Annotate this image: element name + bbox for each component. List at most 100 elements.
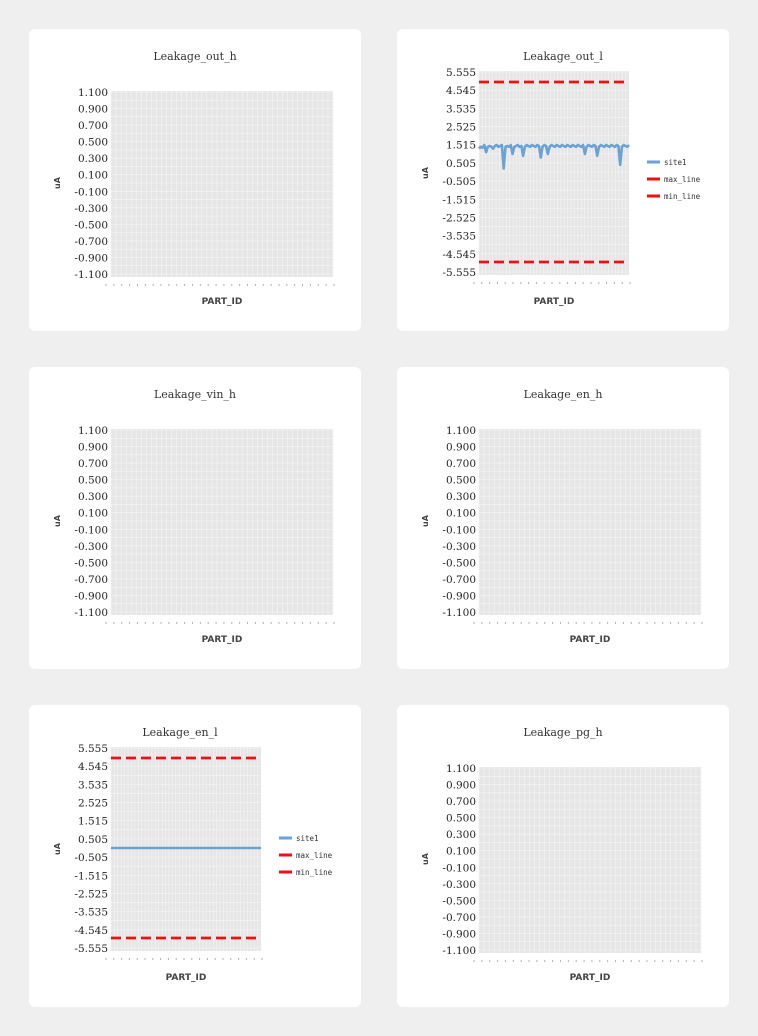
- x-tick-marks: [473, 282, 631, 284]
- x-tick-dot: [481, 282, 483, 284]
- x-tick-dot: [685, 622, 687, 624]
- legend-label-min-line: min_line: [296, 868, 333, 877]
- y-tick-label: -3.535: [74, 907, 108, 919]
- x-tick-marks: [105, 958, 263, 960]
- x-tick-dot: [215, 622, 217, 624]
- y-tick-label: 0.505: [446, 158, 476, 170]
- x-tick-dot: [214, 958, 216, 960]
- x-tick-dot: [294, 622, 296, 624]
- y-tick-label: -0.300: [74, 541, 108, 553]
- chart-title: Leakage_out_l: [523, 50, 603, 63]
- x-tick-dot: [175, 958, 177, 960]
- plot-area: [110, 91, 334, 277]
- x-tick-dot: [207, 622, 209, 624]
- x-tick-dot: [191, 958, 193, 960]
- x-tick-dot: [638, 622, 640, 624]
- chart-svg: Leakage_en_l 5.555 4.545 3.535 2.525 1.515 0.…: [53, 726, 333, 983]
- x-tick-dot: [536, 960, 538, 962]
- y-tick-label: -0.500: [442, 557, 476, 569]
- x-tick-dot: [270, 284, 272, 286]
- x-tick-dot: [543, 282, 545, 284]
- x-tick-dot: [309, 622, 312, 624]
- x-tick-dot: [168, 622, 170, 624]
- chart-title: Leakage_en_h: [524, 388, 603, 401]
- x-tick-dot: [144, 958, 146, 960]
- x-axis-label: PART_ID: [166, 973, 207, 983]
- x-tick-dot: [230, 958, 232, 960]
- x-tick-dot: [646, 622, 648, 624]
- x-tick-dot: [496, 960, 499, 962]
- x-tick-dot: [662, 960, 664, 962]
- x-tick-dot: [183, 958, 185, 960]
- x-tick-dot: [128, 958, 130, 960]
- x-tick-dot: [333, 622, 335, 624]
- x-tick-dot: [599, 960, 601, 962]
- y-tick-label: 0.900: [78, 442, 108, 454]
- y-tick-labels: 5.555 4.545 3.535 2.525 1.515 0.505 -0.505 -1.5…: [442, 67, 476, 279]
- x-tick-dot: [253, 958, 255, 960]
- x-tick-dot: [191, 284, 194, 286]
- y-tick-label: -4.545: [74, 925, 108, 937]
- x-tick-dot: [309, 284, 312, 286]
- x-tick-dot: [607, 960, 609, 962]
- x-tick-dot: [528, 960, 530, 962]
- y-tick-label: 0.500: [78, 475, 108, 487]
- x-tick-dot: [567, 282, 569, 284]
- x-tick-dot: [622, 622, 624, 624]
- x-tick-dot: [654, 622, 656, 624]
- x-tick-dot: [520, 282, 522, 284]
- x-tick-dot: [239, 622, 241, 624]
- chart-title: Leakage_pg_h: [523, 726, 602, 739]
- y-tick-labels: 1.100 0.900 0.700 0.500 0.300 0.100 -0.100 -0.3…: [442, 763, 476, 957]
- y-tick-label: 1.515: [78, 816, 108, 828]
- y-tick-label: 0.900: [446, 780, 476, 792]
- y-tick-label: 1.100: [78, 87, 108, 99]
- x-tick-dot: [144, 622, 146, 624]
- y-tick-label: -0.900: [74, 590, 108, 602]
- x-tick-dot: [262, 284, 264, 286]
- x-tick-dot: [333, 284, 335, 286]
- y-axis-label: uA: [53, 176, 62, 189]
- chart-card-leakage-en-l: Leakage_en_l 5.555 4.545 3.535 2.525 1.515 0.…: [29, 705, 361, 1007]
- x-tick-dot: [544, 622, 546, 624]
- y-tick-label: -0.500: [74, 219, 108, 231]
- chart-svg: Leakage_en_h 1.100 0.900 0.700 0.500 0.300 0.…: [421, 388, 703, 645]
- x-tick-dot: [136, 284, 139, 286]
- x-tick-dot: [286, 622, 288, 624]
- y-tick-label: -1.100: [442, 607, 476, 619]
- plot-area: [110, 429, 334, 615]
- y-tick-label: -2.525: [74, 888, 108, 900]
- y-axis-label: uA: [421, 514, 430, 527]
- x-tick-dot: [160, 958, 162, 960]
- y-tick-label: 0.505: [78, 834, 108, 846]
- x-tick-dot: [677, 622, 680, 624]
- x-tick-dot: [544, 960, 546, 962]
- x-tick-dot: [206, 958, 208, 960]
- x-tick-dot: [489, 960, 491, 962]
- x-tick-dot: [520, 960, 522, 962]
- chart-svg: Leakage_out_l 5.555 4.545 3.535 2.525 1.515 0…: [421, 50, 701, 307]
- x-tick-dot: [105, 958, 107, 960]
- y-tick-label: -0.100: [74, 524, 108, 536]
- x-tick-dot: [136, 622, 139, 624]
- x-tick-dot: [559, 960, 562, 962]
- x-tick-dot: [301, 284, 304, 286]
- x-tick-dot: [286, 284, 288, 286]
- y-tick-label: 0.300: [446, 829, 476, 841]
- x-tick-dot: [504, 282, 506, 284]
- y-tick-label: -0.700: [442, 912, 476, 924]
- y-tick-label: -0.300: [442, 879, 476, 891]
- y-tick-label: 1.100: [446, 763, 476, 775]
- x-tick-dot: [591, 622, 593, 624]
- x-tick-dot: [231, 284, 233, 286]
- x-tick-dot: [583, 622, 585, 624]
- x-tick-dot: [278, 622, 280, 624]
- x-tick-dot: [113, 622, 115, 624]
- y-tick-label: -0.300: [442, 541, 476, 553]
- x-axis-label: PART_ID: [570, 635, 611, 645]
- x-tick-dot: [215, 284, 217, 286]
- chart-title: Leakage_out_h: [153, 50, 236, 63]
- x-tick-dot: [512, 960, 514, 962]
- y-tick-label: -1.100: [442, 945, 476, 957]
- x-tick-dot: [591, 960, 593, 962]
